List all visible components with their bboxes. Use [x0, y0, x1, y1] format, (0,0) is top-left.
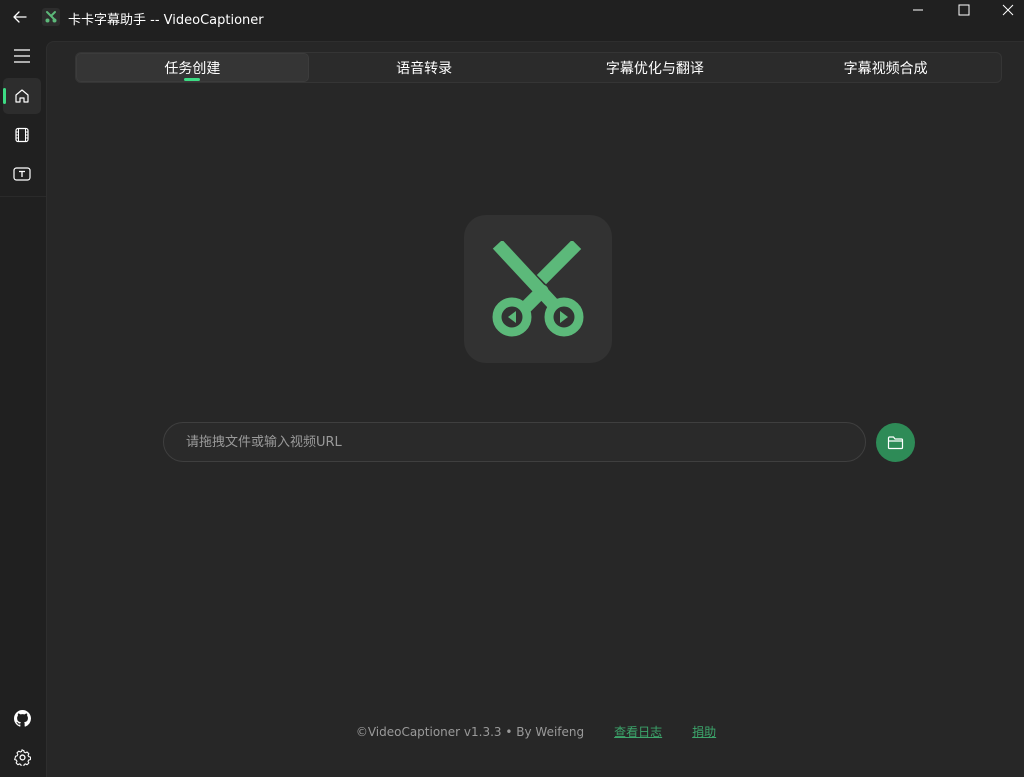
window-title: 卡卡字幕助手 -- VideoCaptioner [68, 13, 264, 28]
back-button[interactable] [8, 6, 32, 28]
folder-icon [887, 436, 904, 450]
tab-transcription[interactable]: 语音转录 [309, 53, 540, 82]
tab-label: 任务创建 [164, 60, 221, 77]
close-button[interactable] [986, 0, 1024, 20]
menu-toggle-button[interactable] [3, 38, 41, 74]
github-icon [13, 709, 31, 727]
scissors-icon [45, 11, 57, 23]
minimize-icon [913, 9, 923, 11]
sidebar-item-home[interactable] [3, 78, 41, 114]
sidebar-divider [0, 196, 46, 197]
active-indicator [3, 88, 6, 104]
gear-icon [13, 748, 31, 766]
sidebar-item-subtitle[interactable] [3, 156, 41, 192]
text-box-icon [13, 167, 31, 181]
maximize-button[interactable] [942, 0, 986, 20]
tab-task-create[interactable]: 任务创建 [76, 53, 309, 82]
tab-video-synthesis[interactable]: 字幕视频合成 [770, 53, 1001, 82]
browse-file-button[interactable] [876, 423, 915, 462]
tab-bar: 任务创建 语音转录 字幕优化与翻译 字幕视频合成 [75, 52, 1002, 83]
scissors-icon [492, 241, 584, 337]
sidebar-item-video[interactable] [3, 117, 41, 153]
tab-active-indicator [184, 78, 201, 81]
view-log-link[interactable]: 查看日志 [614, 723, 662, 740]
title-bar: 卡卡字幕助手 -- VideoCaptioner [0, 0, 1024, 36]
minimize-button[interactable] [896, 0, 940, 20]
tab-label: 字幕优化与翻译 [605, 60, 704, 77]
app-icon [42, 8, 60, 26]
footer: ©VideoCaptioner v1.3.3 • By Weifeng 查看日志… [47, 723, 1024, 740]
tab-label: 语音转录 [396, 60, 453, 77]
main-panel: 任务创建 语音转录 字幕优化与翻译 字幕视频合成 ©VideoCapti [46, 41, 1024, 777]
close-icon [1002, 4, 1014, 16]
sidebar [0, 36, 46, 777]
maximize-icon [958, 4, 970, 16]
url-input[interactable] [163, 422, 866, 462]
copyright-text: ©VideoCaptioner v1.3.3 • By Weifeng [355, 724, 585, 739]
settings-button[interactable] [3, 739, 41, 775]
home-icon [15, 89, 29, 103]
donate-link[interactable]: 捐助 [692, 723, 716, 740]
github-button[interactable] [3, 700, 41, 736]
tab-optimize-translate[interactable]: 字幕优化与翻译 [540, 53, 771, 82]
film-icon [15, 127, 29, 143]
arrow-left-icon [13, 11, 27, 23]
tab-label: 字幕视频合成 [843, 60, 928, 77]
hamburger-menu-icon [14, 49, 30, 63]
app-logo [464, 215, 612, 363]
